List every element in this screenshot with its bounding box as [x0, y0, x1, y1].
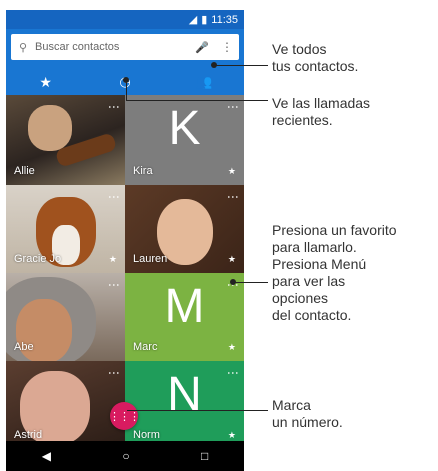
callout-dial: Marca un número. — [272, 397, 343, 431]
app-bar: ⚲ Buscar contactos 🎤 ⋮ ★ ◷ 👥 — [6, 29, 244, 99]
star-icon: ★ — [227, 254, 236, 264]
callout-all-contacts: Ve todos tus contactos. — [272, 41, 358, 75]
contact-name: Kira — [133, 165, 153, 177]
favorite-tile-gracie-jo[interactable]: ⋮ Gracie Jo ★ — [6, 185, 125, 273]
contact-name: Lauren — [133, 253, 168, 265]
contact-menu-icon[interactable]: ⋮ — [226, 101, 240, 113]
callout-line: Marca — [272, 397, 311, 413]
callout-line: Presiona un favorito — [272, 222, 397, 238]
signal-icon: ◢ — [188, 14, 198, 26]
contact-menu-icon[interactable]: ⋮ — [107, 101, 121, 113]
callout-line: un número. — [272, 414, 343, 430]
contact-name: Astrid — [14, 429, 43, 441]
more-menu-icon[interactable]: ⋮ — [221, 40, 233, 54]
favorite-tile-allie[interactable]: ⋮ Allie — [6, 95, 125, 185]
contact-name: Norm — [133, 429, 160, 441]
favorite-tile-norm[interactable]: N ⋮ Norm ★ — [125, 361, 244, 449]
contact-menu-icon[interactable]: ⋮ — [226, 367, 240, 379]
dialpad-icon: ⋮⋮⋮ — [109, 410, 140, 423]
star-icon: ★ — [227, 166, 236, 176]
callout-line-favorite — [233, 282, 268, 283]
back-icon[interactable]: ◀ — [42, 449, 51, 463]
contact-menu-icon[interactable]: ⋮ — [226, 191, 240, 203]
status-bar: ◢ ▮ 11:35 — [6, 10, 244, 29]
tab-contacts[interactable]: 👥 — [165, 67, 244, 97]
callout-line-recents — [126, 80, 127, 100]
favorite-tile-lauren[interactable]: ⋮ Lauren ★ — [125, 185, 244, 273]
contact-photo — [28, 105, 72, 151]
search-icon: ⚲ — [19, 41, 28, 54]
home-icon[interactable]: ○ — [122, 449, 129, 463]
contact-name: Allie — [14, 165, 35, 177]
callout-line: opciones — [272, 290, 329, 306]
star-icon: ★ — [108, 254, 117, 264]
people-icon: 👥 — [196, 74, 213, 89]
callout-line: recientes. — [272, 112, 333, 128]
favorite-tile-astrid[interactable]: ⋮ Astrid — [6, 361, 125, 449]
search-bar[interactable]: ⚲ Buscar contactos 🎤 ⋮ — [11, 34, 239, 60]
star-icon: ★ — [39, 73, 52, 90]
star-icon: ★ — [227, 430, 236, 440]
callout-line: para ver las — [272, 273, 346, 289]
status-time: 11:35 — [211, 13, 238, 26]
callout-favorite: Presiona un favorito para llamarlo. Pres… — [272, 222, 397, 324]
contact-menu-icon[interactable]: ⋮ — [107, 367, 121, 379]
callout-line: Presiona Menú — [272, 256, 367, 272]
navigation-bar: ◀ ○ □ — [6, 441, 244, 471]
contact-menu-icon[interactable]: ⋮ — [107, 191, 121, 203]
contact-name: Abe — [14, 341, 34, 353]
microphone-icon[interactable]: 🎤 — [195, 41, 209, 54]
favorites-grid: ⋮ Allie K ⋮ Kira ★ ⋮ Gracie Jo ★ ⋮ Laure… — [6, 95, 244, 449]
callout-line: Ve todos — [272, 41, 327, 57]
callout-line-contacts — [214, 65, 268, 66]
callout-line-recents-h — [126, 100, 268, 101]
favorite-tile-abe[interactable]: ⋮ Abe — [6, 273, 125, 361]
callout-line: tus contactos. — [272, 58, 359, 74]
recent-apps-icon[interactable]: □ — [201, 449, 208, 463]
callout-line: del contacto. — [272, 307, 352, 323]
favorite-tile-marc[interactable]: M ⋮ Marc ★ — [125, 273, 244, 361]
search-input[interactable]: Buscar contactos — [35, 41, 195, 53]
callout-recent-calls: Ve las llamadas recientes. — [272, 95, 370, 129]
favorite-tile-kira[interactable]: K ⋮ Kira ★ — [125, 95, 244, 185]
star-icon: ★ — [227, 342, 236, 352]
callout-dot-favorite — [230, 279, 236, 285]
tab-favorites[interactable]: ★ — [6, 67, 86, 97]
callout-line: Ve las llamadas — [272, 95, 371, 111]
callout-dot-recents — [123, 77, 129, 83]
callout-line-dial — [127, 410, 268, 411]
callout-dot-contacts — [211, 62, 217, 68]
contact-name: Gracie Jo — [14, 253, 62, 265]
contact-menu-icon[interactable]: ⋮ — [107, 279, 121, 291]
callout-line: para llamarlo. — [272, 239, 357, 255]
battery-icon: ▮ — [201, 14, 208, 26]
dialpad-button[interactable]: ⋮⋮⋮ — [109, 402, 140, 430]
contact-name: Marc — [133, 341, 158, 353]
